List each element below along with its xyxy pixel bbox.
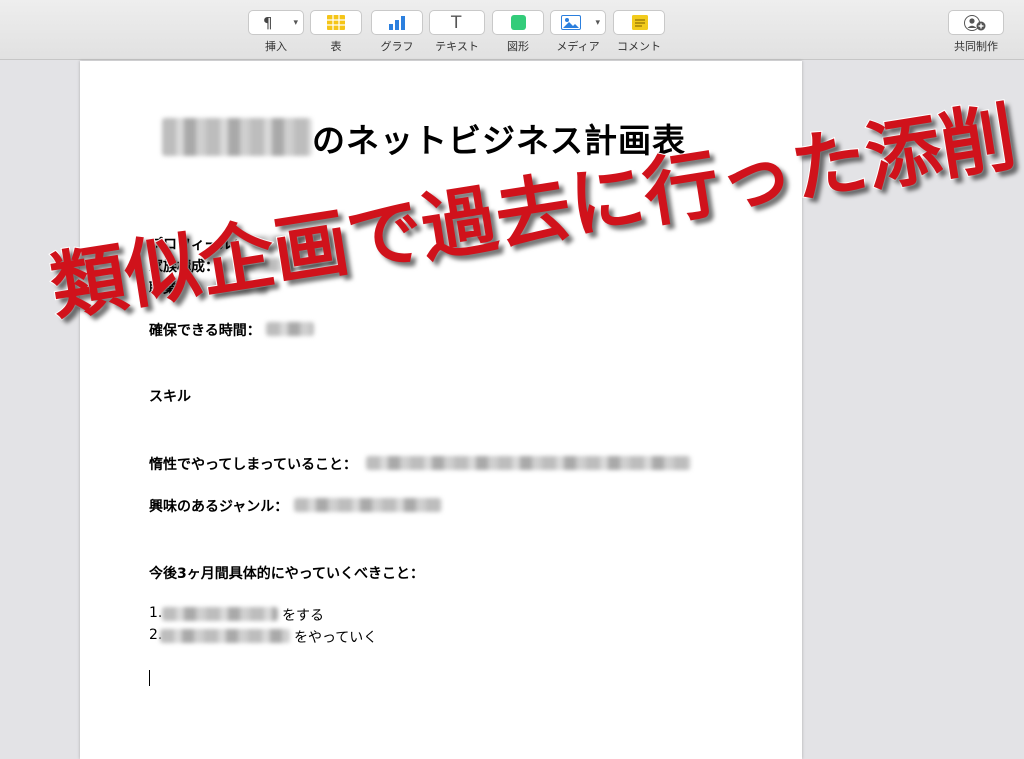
shape-tool[interactable]: 図形 xyxy=(488,10,548,54)
add-person-icon xyxy=(964,15,986,31)
redacted-interest xyxy=(294,498,442,512)
chart-label: グラフ xyxy=(380,40,414,53)
chevron-down-icon: ▾ xyxy=(293,18,298,28)
redacted-name xyxy=(162,118,312,156)
interest-label: 興味のあるジャンル： xyxy=(149,499,289,515)
shape-label: 図形 xyxy=(507,40,529,53)
media-button[interactable]: ▾ xyxy=(550,10,606,35)
text-button[interactable]: T xyxy=(429,10,485,35)
chart-tool[interactable]: グラフ xyxy=(367,10,427,54)
list-item-2-suffix: をやっていく xyxy=(294,630,378,646)
redacted-habit xyxy=(366,456,691,470)
collaborate-label: 共同制作 xyxy=(954,40,998,53)
redacted-item-1 xyxy=(162,607,278,621)
bar-chart-icon xyxy=(389,16,405,30)
collaborate-tool[interactable]: 共同制作 xyxy=(946,10,1006,54)
insert-label: 挿入 xyxy=(265,40,287,53)
toolbar: ¶ ▾ 挿入 表 グラフ T テキスト 図形 ▾ メディア コメント 共同制作 xyxy=(0,0,1024,60)
skill-label: スキル xyxy=(149,389,191,405)
paragraph-icon: ¶ xyxy=(263,14,273,32)
table-tool[interactable]: 表 xyxy=(306,10,366,54)
plan-label: 今後3ヶ月間具体的にやっていくべきこと： xyxy=(149,566,425,582)
text-label: テキスト xyxy=(435,40,479,53)
table-label: 表 xyxy=(330,40,342,53)
text-cursor xyxy=(149,670,150,686)
shape-icon xyxy=(511,15,526,30)
image-icon xyxy=(561,15,581,30)
media-tool[interactable]: ▾ メディア xyxy=(548,10,608,54)
collaborate-button[interactable] xyxy=(948,10,1004,35)
time-label: 確保できる時間： xyxy=(149,323,261,339)
media-label: メディア xyxy=(556,40,600,53)
chart-button[interactable] xyxy=(371,10,423,35)
shape-button[interactable] xyxy=(492,10,544,35)
text-icon: T xyxy=(451,13,462,33)
list-item-1-number: 1. xyxy=(149,605,163,621)
habit-label: 惰性でやってしまっていること： xyxy=(149,457,358,473)
chevron-down-icon: ▾ xyxy=(595,18,600,28)
insert-button[interactable]: ¶ ▾ xyxy=(248,10,304,35)
redacted-time xyxy=(266,322,314,336)
redacted-item-2 xyxy=(160,629,290,643)
table-icon xyxy=(327,15,345,30)
comment-tool[interactable]: コメント xyxy=(609,10,669,54)
text-tool[interactable]: T テキスト xyxy=(427,10,487,54)
comment-label: コメント xyxy=(617,40,661,53)
list-item-1-suffix: をする xyxy=(282,608,324,624)
table-button[interactable] xyxy=(310,10,362,35)
comment-icon xyxy=(632,15,648,30)
insert-tool[interactable]: ¶ ▾ 挿入 xyxy=(246,10,306,54)
comment-button[interactable] xyxy=(613,10,665,35)
